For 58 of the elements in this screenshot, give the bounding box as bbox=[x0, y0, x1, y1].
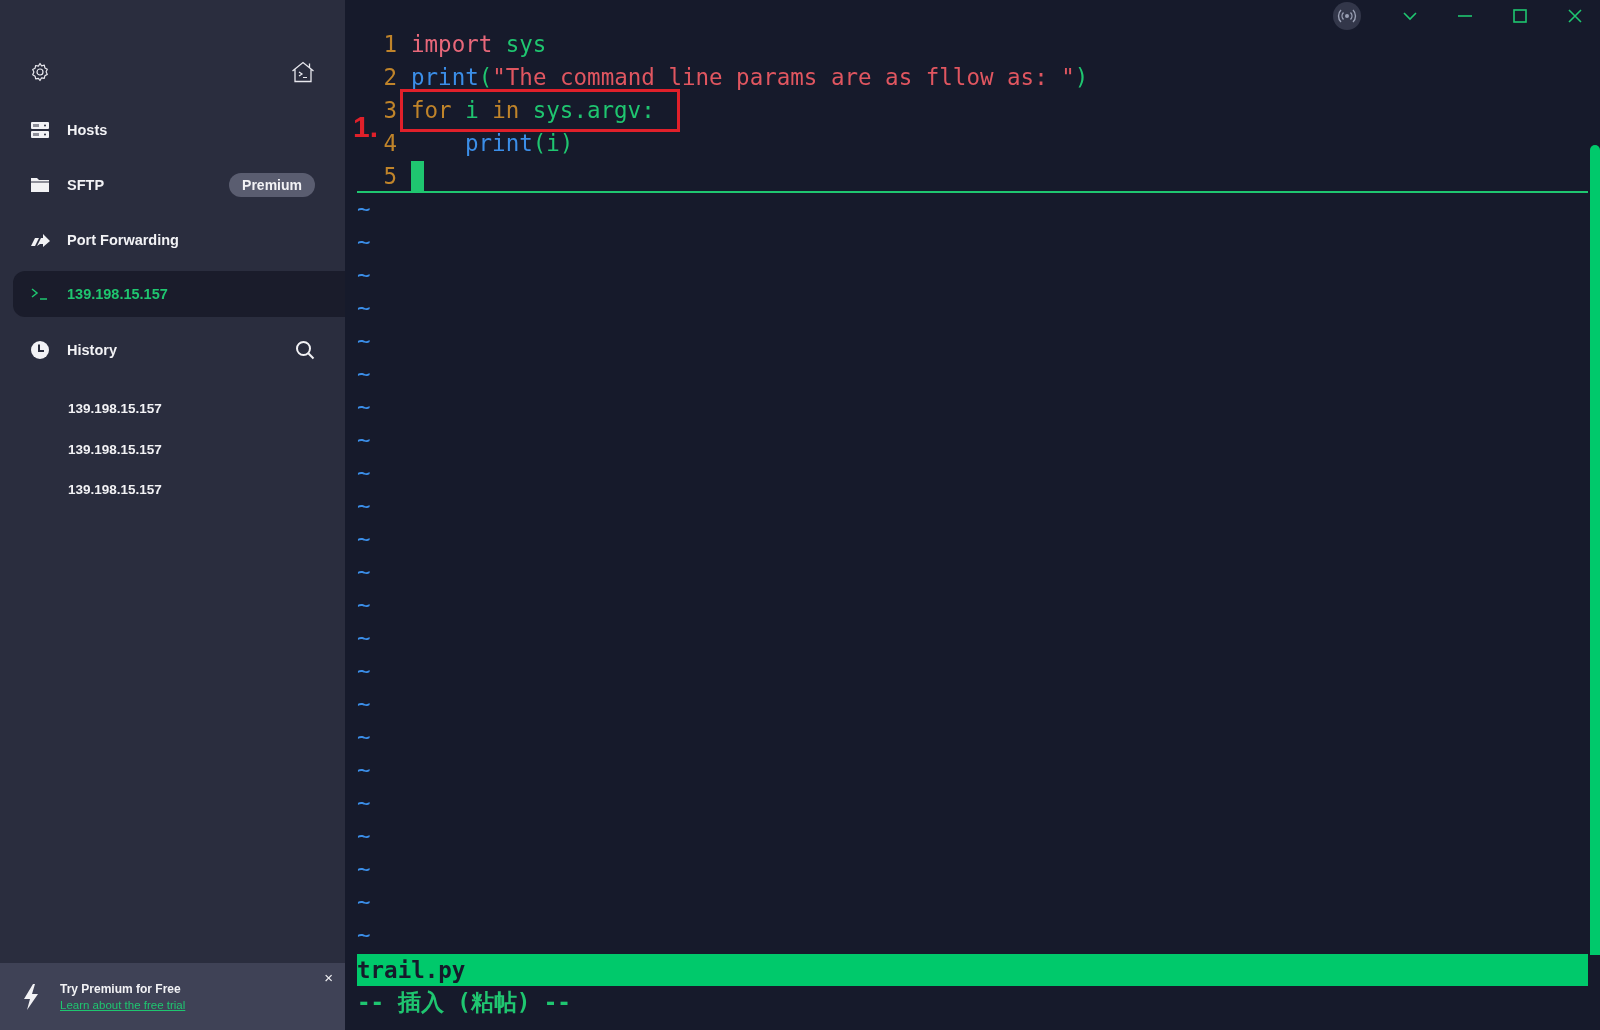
premium-badge: Premium bbox=[229, 172, 315, 197]
empty-line-marker: ~ bbox=[357, 426, 371, 455]
history-entry[interactable]: 139.198.15.157 bbox=[0, 470, 345, 511]
empty-line-marker: ~ bbox=[357, 723, 371, 752]
empty-line-marker: ~ bbox=[357, 624, 371, 653]
empty-line-marker: ~ bbox=[357, 393, 371, 422]
free-trial-link[interactable]: Learn about the free trial bbox=[60, 999, 186, 1011]
server-icon bbox=[30, 120, 50, 139]
line-number: 5 bbox=[382, 162, 398, 191]
empty-line-marker: ~ bbox=[357, 195, 371, 224]
forward-arrow-icon bbox=[30, 231, 50, 248]
nav-item[interactable]: Hosts bbox=[0, 102, 345, 157]
empty-line-marker: ~ bbox=[357, 690, 371, 719]
empty-line-marker: ~ bbox=[357, 855, 371, 884]
close-icon[interactable] bbox=[1568, 9, 1582, 23]
empty-line-marker: ~ bbox=[357, 228, 371, 257]
empty-line-marker: ~ bbox=[357, 888, 371, 917]
nav-item[interactable]: Port Forwarding bbox=[0, 212, 345, 267]
scrollbar[interactable] bbox=[1590, 145, 1600, 955]
session-tab[interactable]: 139.198.15.157 bbox=[13, 271, 345, 317]
promo-title: Try Premium for Free bbox=[60, 982, 182, 996]
empty-line-marker: ~ bbox=[357, 756, 371, 785]
lightning-icon bbox=[22, 982, 40, 1011]
line-number: 2 bbox=[382, 63, 398, 92]
empty-line-marker: ~ bbox=[357, 657, 371, 686]
empty-line-marker: ~ bbox=[357, 492, 371, 521]
history-entry[interactable]: 139.198.15.157 bbox=[0, 389, 345, 430]
empty-line-marker: ~ bbox=[357, 294, 371, 323]
mode-indicator: -- 插入 (粘帖) -- bbox=[357, 988, 572, 1017]
empty-line-marker: ~ bbox=[357, 459, 371, 488]
code-line: print(i) bbox=[464, 129, 574, 158]
empty-line-marker: ~ bbox=[357, 360, 371, 389]
code-line: print("The command line params are as fllow as: ") bbox=[411, 63, 1089, 92]
history-heading: History bbox=[67, 342, 117, 358]
code-line: import sys bbox=[411, 30, 547, 59]
clock-icon bbox=[30, 340, 50, 360]
empty-line-marker: ~ bbox=[357, 525, 371, 554]
maximize-icon[interactable] bbox=[1513, 9, 1527, 23]
nav-item[interactable]: SFTP Premium bbox=[0, 157, 345, 212]
empty-line-marker: ~ bbox=[357, 591, 371, 620]
empty-line-marker: ~ bbox=[357, 921, 371, 950]
code-line: for i in sys.argv: bbox=[403, 92, 677, 129]
home-terminal-icon[interactable] bbox=[291, 61, 315, 83]
empty-line-marker: ~ bbox=[357, 789, 371, 818]
empty-line-marker: ~ bbox=[357, 558, 371, 587]
chevron-down-icon[interactable] bbox=[1403, 11, 1417, 21]
settings-icon[interactable] bbox=[30, 62, 50, 82]
empty-line-marker: ~ bbox=[357, 261, 371, 290]
empty-line-marker: ~ bbox=[357, 822, 371, 851]
close-button[interactable]: × bbox=[320, 969, 337, 986]
folder-icon bbox=[30, 177, 50, 192]
history-entry[interactable]: 139.198.15.157 bbox=[0, 429, 345, 470]
search-icon[interactable] bbox=[295, 340, 315, 360]
line-number: 1 bbox=[382, 30, 398, 59]
empty-line-marker: ~ bbox=[357, 327, 371, 356]
annotation-number: 1. bbox=[353, 112, 379, 142]
terminal-prompt-icon bbox=[30, 288, 50, 300]
broadcast-icon[interactable] bbox=[1332, 2, 1362, 30]
